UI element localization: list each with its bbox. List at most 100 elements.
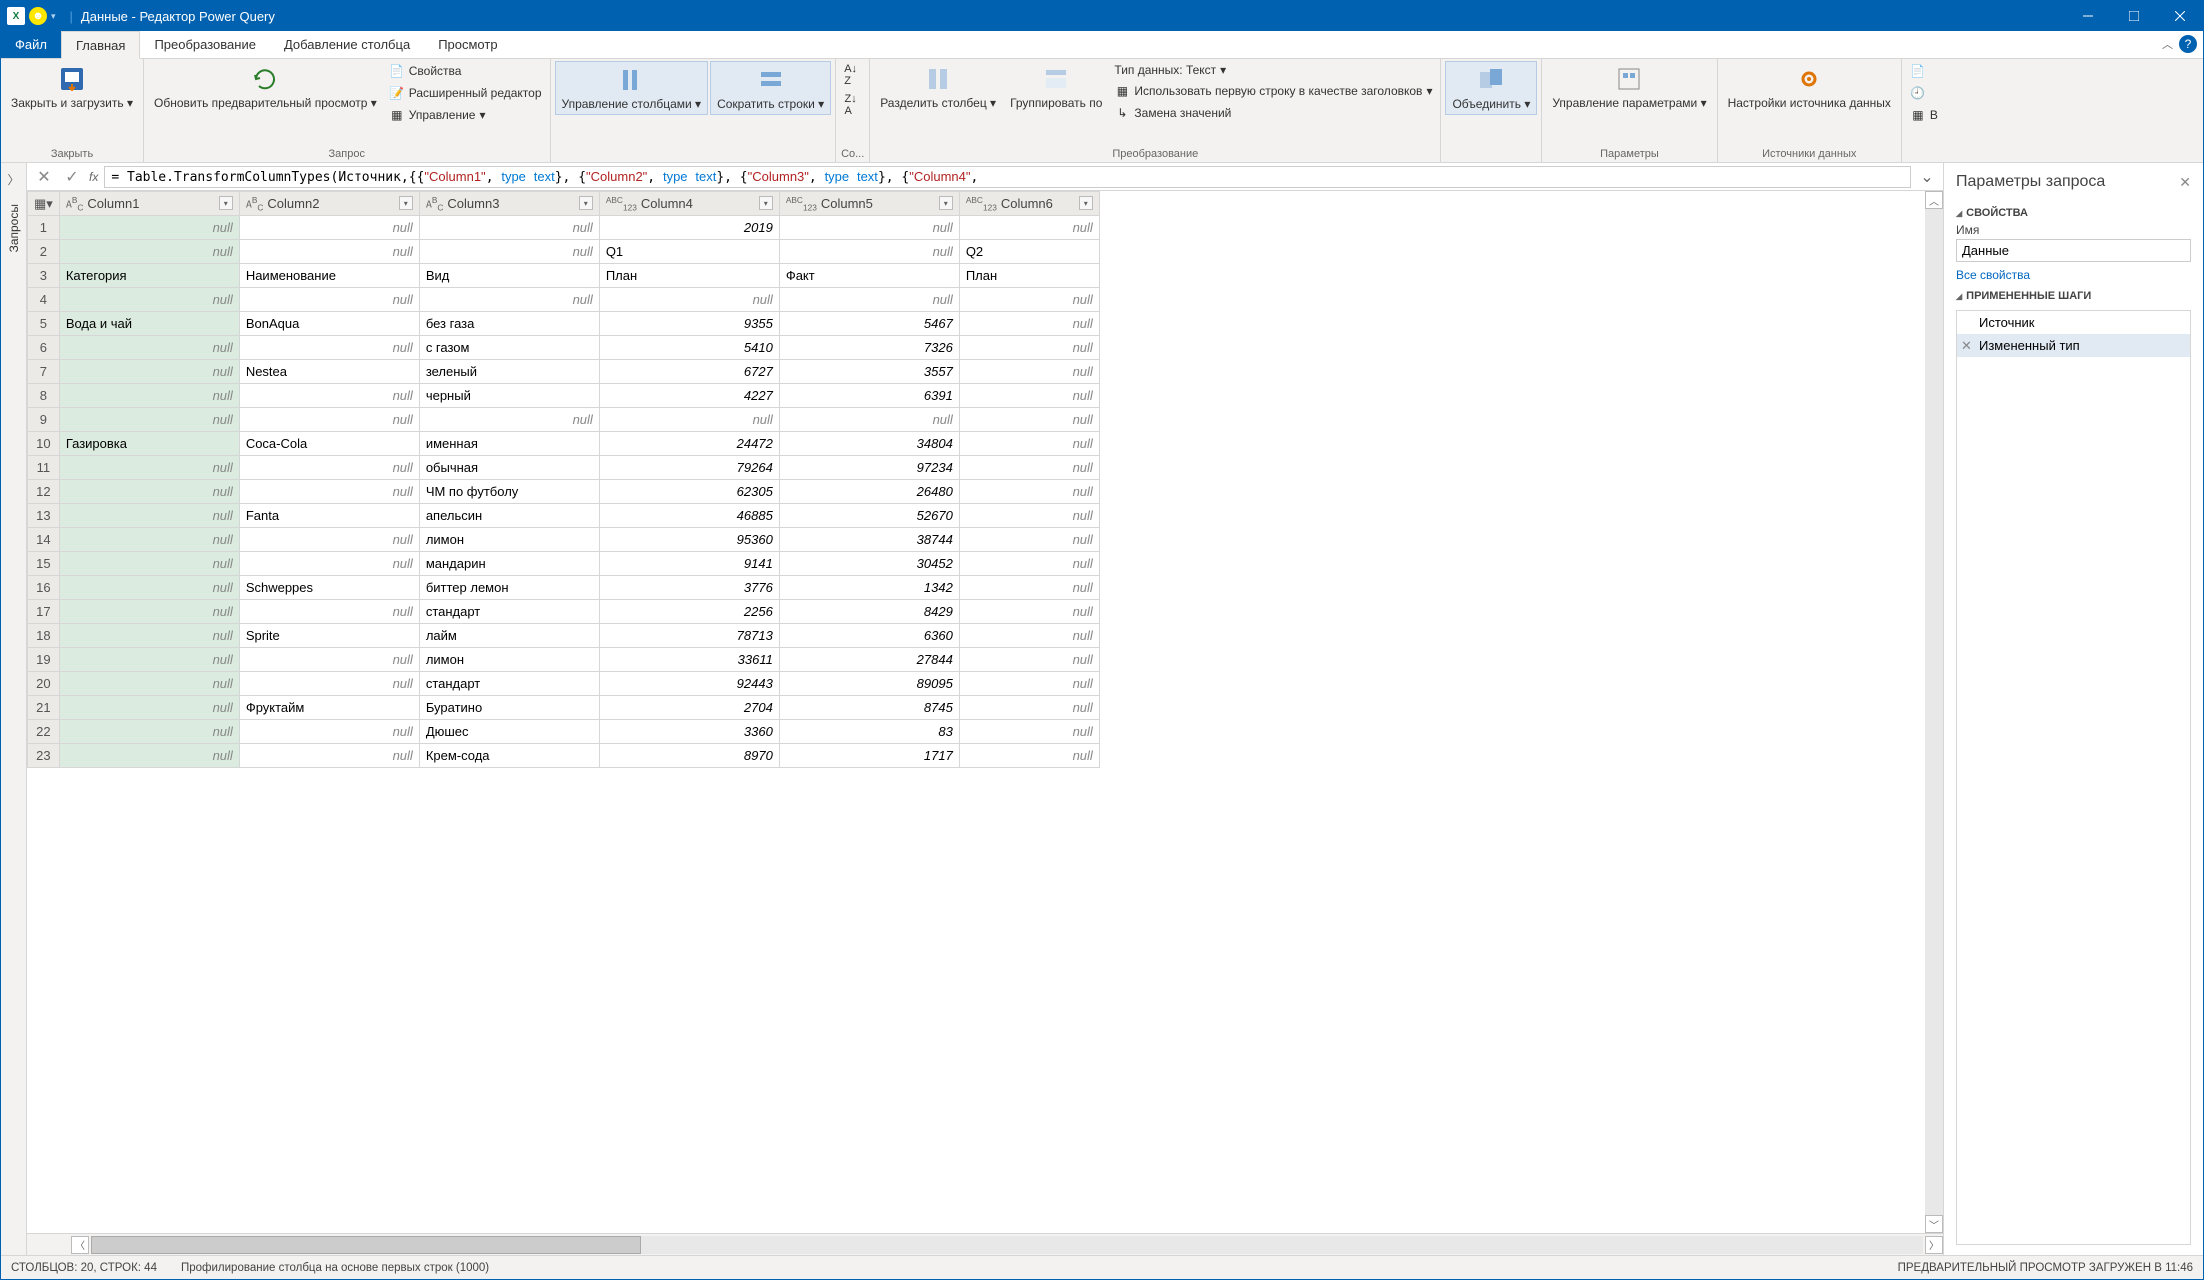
cell[interactable]: null: [239, 408, 419, 432]
cell[interactable]: Наименование: [239, 264, 419, 288]
cell[interactable]: null: [239, 336, 419, 360]
cell[interactable]: План: [599, 264, 779, 288]
table-corner[interactable]: ▦▾: [28, 192, 60, 216]
cell[interactable]: null: [959, 480, 1099, 504]
cell[interactable]: 97234: [779, 456, 959, 480]
cell[interactable]: null: [239, 552, 419, 576]
cell[interactable]: null: [599, 408, 779, 432]
cell[interactable]: null: [959, 624, 1099, 648]
cell[interactable]: зеленый: [419, 360, 599, 384]
cell[interactable]: 92443: [599, 672, 779, 696]
cell[interactable]: без газа: [419, 312, 599, 336]
table-row[interactable]: 5Вода и чайBonAquaбез газа93555467null: [28, 312, 1100, 336]
row-number[interactable]: 6: [28, 336, 60, 360]
fx-icon[interactable]: fx: [89, 170, 98, 184]
cell[interactable]: 9355: [599, 312, 779, 336]
cell[interactable]: null: [779, 216, 959, 240]
table-row[interactable]: 23nullnullКрем-сода89701717null: [28, 744, 1100, 768]
cell[interactable]: null: [239, 648, 419, 672]
manage-button[interactable]: ▦Управление ▾: [385, 105, 546, 125]
cell[interactable]: 1342: [779, 576, 959, 600]
cell[interactable]: 6391: [779, 384, 959, 408]
cell[interactable]: null: [959, 576, 1099, 600]
row-number[interactable]: 11: [28, 456, 60, 480]
cell[interactable]: null: [59, 576, 239, 600]
cell[interactable]: null: [419, 288, 599, 312]
cell[interactable]: null: [959, 432, 1099, 456]
row-number[interactable]: 19: [28, 648, 60, 672]
smiley-icon[interactable]: ☻: [29, 7, 47, 25]
cell[interactable]: Coca-Cola: [239, 432, 419, 456]
row-number[interactable]: 7: [28, 360, 60, 384]
cell[interactable]: 7326: [779, 336, 959, 360]
cell[interactable]: null: [59, 384, 239, 408]
row-number[interactable]: 22: [28, 720, 60, 744]
table-row[interactable]: 14nullnullлимон9536038744null: [28, 528, 1100, 552]
table-row[interactable]: 15nullnullмандарин914130452null: [28, 552, 1100, 576]
cell[interactable]: 52670: [779, 504, 959, 528]
row-number[interactable]: 12: [28, 480, 60, 504]
replace-values-button[interactable]: ↳Замена значений: [1110, 103, 1436, 123]
cell[interactable]: 27844: [779, 648, 959, 672]
cell[interactable]: 3360: [599, 720, 779, 744]
data-type-button[interactable]: Тип данных: Текст ▾: [1110, 61, 1436, 79]
cell[interactable]: null: [59, 456, 239, 480]
cell[interactable]: null: [959, 600, 1099, 624]
cell[interactable]: null: [959, 456, 1099, 480]
cell[interactable]: null: [239, 480, 419, 504]
manage-parameters-button[interactable]: Управление параметрами ▾: [1546, 61, 1712, 113]
cell[interactable]: null: [59, 480, 239, 504]
help-icon[interactable]: ?: [2179, 35, 2197, 53]
cell[interactable]: Nestea: [239, 360, 419, 384]
cell[interactable]: 4227: [599, 384, 779, 408]
table-row[interactable]: 2nullnullnullQ1nullQ2: [28, 240, 1100, 264]
cell[interactable]: Вода и чай: [59, 312, 239, 336]
cell[interactable]: лайм: [419, 624, 599, 648]
manage-columns-button[interactable]: Управление столбцами ▾: [555, 61, 709, 115]
scroll-left-icon[interactable]: 〈: [71, 1236, 89, 1254]
enter-data-button[interactable]: ▦В: [1906, 105, 1942, 125]
sort-desc-button[interactable]: Z↓A: [840, 91, 861, 119]
cell[interactable]: null: [959, 360, 1099, 384]
column-header[interactable]: ABCColumn2▾: [239, 192, 419, 216]
tab-transform[interactable]: Преобразование: [140, 31, 270, 58]
cell[interactable]: Sprite: [239, 624, 419, 648]
cell[interactable]: null: [239, 720, 419, 744]
cell[interactable]: 3557: [779, 360, 959, 384]
all-properties-link[interactable]: Все свойства: [1956, 268, 2191, 282]
filter-icon[interactable]: ▾: [759, 196, 773, 210]
cell[interactable]: null: [959, 696, 1099, 720]
cell[interactable]: 2704: [599, 696, 779, 720]
filter-icon[interactable]: ▾: [579, 196, 593, 210]
cell[interactable]: null: [239, 672, 419, 696]
cell[interactable]: 9141: [599, 552, 779, 576]
cell[interactable]: null: [779, 240, 959, 264]
cell[interactable]: ЧМ по футболу: [419, 480, 599, 504]
cell[interactable]: null: [959, 216, 1099, 240]
qat-dropdown-icon[interactable]: ▾: [51, 11, 56, 22]
table-row[interactable]: 17nullnullстандарт22568429null: [28, 600, 1100, 624]
cell[interactable]: null: [959, 336, 1099, 360]
row-number[interactable]: 21: [28, 696, 60, 720]
cell[interactable]: null: [959, 672, 1099, 696]
cell[interactable]: Буратино: [419, 696, 599, 720]
cell[interactable]: null: [59, 600, 239, 624]
scroll-down-icon[interactable]: ﹀: [1925, 1215, 1943, 1233]
cell[interactable]: 2256: [599, 600, 779, 624]
cell[interactable]: 89095: [779, 672, 959, 696]
cell[interactable]: null: [239, 288, 419, 312]
cell[interactable]: 5410: [599, 336, 779, 360]
cell[interactable]: 24472: [599, 432, 779, 456]
cell[interactable]: null: [959, 552, 1099, 576]
filter-icon[interactable]: ▾: [219, 196, 233, 210]
cell[interactable]: 2019: [599, 216, 779, 240]
cell[interactable]: 8970: [599, 744, 779, 768]
group-by-button[interactable]: Группировать по: [1004, 61, 1108, 113]
cell[interactable]: null: [59, 336, 239, 360]
cell[interactable]: 6727: [599, 360, 779, 384]
scroll-up-icon[interactable]: ︿: [1925, 191, 1943, 209]
cell[interactable]: 38744: [779, 528, 959, 552]
filter-icon[interactable]: ▾: [1079, 196, 1093, 210]
row-number[interactable]: 8: [28, 384, 60, 408]
applied-step[interactable]: ✕Источник: [1957, 311, 2190, 334]
